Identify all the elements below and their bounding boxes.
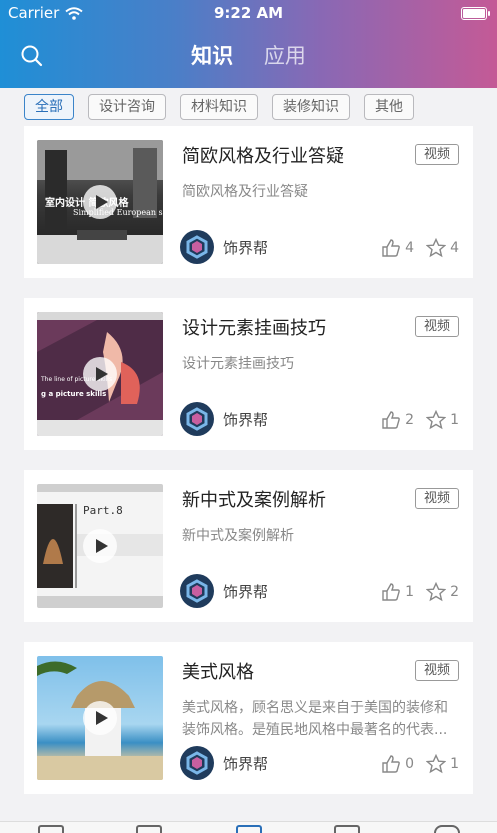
thumbs-up-icon xyxy=(382,583,400,601)
home-icon[interactable] xyxy=(136,825,162,833)
favorite-button[interactable]: 4 xyxy=(426,238,459,258)
card-stats: 2 1 xyxy=(369,410,459,430)
card-stats: 4 4 xyxy=(369,238,459,258)
status-time: 9:22 AM xyxy=(213,4,284,22)
filter-other[interactable]: 其他 xyxy=(364,94,414,120)
type-badge: 视频 xyxy=(414,660,459,681)
knowledge-icon[interactable] xyxy=(236,825,262,833)
avatar xyxy=(180,746,214,780)
type-badge: 视频 xyxy=(414,316,459,337)
filter-materials[interactable]: 材料知识 xyxy=(180,94,258,120)
like-count: 1 xyxy=(405,584,415,600)
like-button[interactable]: 0 xyxy=(381,754,414,774)
like-count: 2 xyxy=(405,412,415,428)
bottom-tab-bar xyxy=(0,821,497,833)
author-name: 饰界帮 xyxy=(223,410,269,429)
list-item[interactable]: The line of picture skills g a picture s… xyxy=(24,298,473,450)
filter-all[interactable]: 全部 xyxy=(24,94,74,120)
tab-knowledge[interactable]: 知识 xyxy=(191,40,233,70)
thumbs-up-icon xyxy=(382,411,400,429)
star-icon xyxy=(426,410,447,430)
battery-icon xyxy=(461,7,490,20)
like-button[interactable]: 4 xyxy=(381,238,414,258)
type-badge: 视频 xyxy=(414,488,459,509)
card-description: 设计元素挂画技巧 xyxy=(182,356,294,372)
author[interactable]: 饰界帮 xyxy=(180,402,268,436)
favorite-count: 1 xyxy=(450,412,459,428)
favorite-button[interactable]: 1 xyxy=(426,410,459,430)
message-icon[interactable] xyxy=(334,825,360,833)
like-button[interactable]: 1 xyxy=(381,582,414,602)
card-title: 美式风格 xyxy=(182,662,254,683)
card-description: 美式风格，顾名思义是来自于美国的装修和装饰风格。是殖民地风格中最著名的代表... xyxy=(182,700,448,738)
favorite-button[interactable]: 2 xyxy=(426,582,459,602)
favorite-count: 1 xyxy=(450,756,459,772)
author-name: 饰界帮 xyxy=(223,238,269,257)
card-stats: 0 1 xyxy=(369,754,459,774)
type-badge: 视频 xyxy=(414,144,459,165)
status-bar: Carrier 9:22 AM xyxy=(0,4,497,24)
play-icon[interactable] xyxy=(83,701,117,735)
card-title: 简欧风格及行业答疑 xyxy=(182,146,344,167)
card-title: 新中式及案例解析 xyxy=(182,490,326,511)
star-icon xyxy=(426,582,447,602)
avatar xyxy=(180,574,214,608)
author[interactable]: 饰界帮 xyxy=(180,230,268,264)
thumbs-up-icon xyxy=(382,755,400,773)
author-name: 饰界帮 xyxy=(223,582,269,601)
avatar xyxy=(180,230,214,264)
knowledge-list: 室内设计 简欧风格 Simplified European s 简欧风格及行业答… xyxy=(24,126,473,814)
favorite-count: 4 xyxy=(450,240,459,256)
thumbs-up-icon xyxy=(382,239,400,257)
thumbnail-caption: g a picture skills xyxy=(41,390,107,398)
filter-chips: 全部 设计咨询 材料知识 装修知识 其他 xyxy=(24,94,414,120)
video-thumbnail[interactable] xyxy=(37,656,163,780)
filter-design-consulting[interactable]: 设计咨询 xyxy=(88,94,166,120)
filter-decoration[interactable]: 装修知识 xyxy=(272,94,350,120)
profile-icon[interactable] xyxy=(434,825,460,833)
app-header: Carrier 9:22 AM 知识 应用 xyxy=(0,0,497,88)
play-icon[interactable] xyxy=(83,185,117,219)
thumbnail-caption: Part.8 xyxy=(83,504,123,517)
author[interactable]: 饰界帮 xyxy=(180,746,268,780)
card-stats: 1 2 xyxy=(369,582,459,602)
like-count: 0 xyxy=(405,756,415,772)
card-description: 新中式及案例解析 xyxy=(182,528,294,544)
top-tabs: 知识 应用 xyxy=(0,40,497,70)
tab-bar-icon[interactable] xyxy=(38,825,64,833)
video-thumbnail[interactable]: Part.8 xyxy=(37,484,163,608)
list-item[interactable]: Part.8 新中式及案例解析 视频 新中式及案例解析 饰界帮 1 2 xyxy=(24,470,473,622)
like-count: 4 xyxy=(405,240,415,256)
star-icon xyxy=(426,754,447,774)
favorite-count: 2 xyxy=(450,584,459,600)
card-title: 设计元素挂画技巧 xyxy=(182,318,326,339)
play-icon[interactable] xyxy=(83,357,117,391)
favorite-button[interactable]: 1 xyxy=(426,754,459,774)
like-button[interactable]: 2 xyxy=(381,410,414,430)
star-icon xyxy=(426,238,447,258)
play-icon[interactable] xyxy=(83,529,117,563)
video-thumbnail[interactable]: The line of picture skills g a picture s… xyxy=(37,312,163,436)
card-description: 简欧风格及行业答疑 xyxy=(182,184,308,200)
author[interactable]: 饰界帮 xyxy=(180,574,268,608)
list-item[interactable]: 美式风格 视频 美式风格，顾名思义是来自于美国的装修和装饰风格。是殖民地风格中最… xyxy=(24,642,473,794)
author-name: 饰界帮 xyxy=(223,754,269,773)
avatar xyxy=(180,402,214,436)
video-thumbnail[interactable]: 室内设计 简欧风格 Simplified European s xyxy=(37,140,163,264)
tab-apps[interactable]: 应用 xyxy=(264,40,306,70)
list-item[interactable]: 室内设计 简欧风格 Simplified European s 简欧风格及行业答… xyxy=(24,126,473,278)
